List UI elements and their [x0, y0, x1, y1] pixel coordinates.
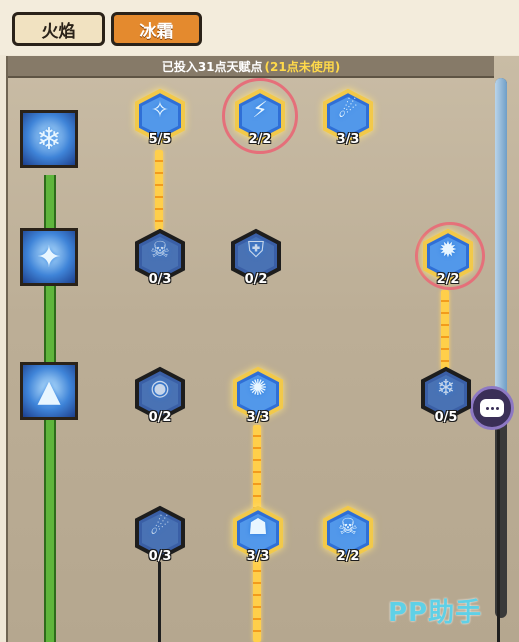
talent-node-frost-shower[interactable]: ✺ 3/3: [230, 366, 286, 426]
watermark-text: PP助手: [388, 598, 483, 628]
frost-blade-icon: ⚡: [252, 98, 268, 123]
chat-icon: [480, 399, 504, 417]
skull-icon: ☠: [150, 238, 170, 263]
talent-connector: [253, 425, 261, 510]
talent-node-frozen-skull[interactable]: ☠ 2/2: [320, 505, 376, 565]
chat-button[interactable]: [470, 386, 514, 430]
frost-bolt-icon: ☄: [150, 515, 170, 540]
talent-node-snowflake-burst[interactable]: ❄ 0/5: [418, 366, 474, 426]
talent-rank: 2/2: [336, 549, 360, 564]
ice-staff-icon: ✧: [150, 98, 170, 123]
talent-connector-locked: [497, 430, 500, 642]
talent-node-ice-crystal[interactable]: ✹ 2/2: [420, 228, 476, 288]
talent-rank: 0/2: [244, 272, 268, 287]
frost-shower-icon: ✺: [248, 376, 268, 401]
talent-node-stone-golem[interactable]: ☗ 3/3: [230, 505, 286, 565]
talent-node-frost-eye[interactable]: ◉ 0/2: [132, 366, 188, 426]
talent-connector: [155, 150, 163, 230]
talent-node-frost-comet[interactable]: ☄ 3/3: [320, 88, 376, 148]
snowflake-icon: ❄: [436, 376, 456, 401]
scrollbar-thumb[interactable]: [495, 78, 507, 420]
talent-rank: 2/2: [248, 132, 272, 147]
talent-rank: 0/3: [148, 272, 172, 287]
golem-icon: ☗: [248, 515, 268, 540]
talent-rank: 3/3: [336, 132, 360, 147]
talent-rank: 2/2: [436, 272, 460, 287]
talent-rank: 0/2: [148, 410, 172, 425]
talent-rank: 5/5: [148, 132, 172, 147]
talent-node-ice-shield[interactable]: ⛨ 0/2: [228, 228, 284, 288]
talent-connector: [441, 290, 449, 370]
points-unused: (21点未使用): [264, 59, 341, 74]
points-summary: 已投入31点天赋点 (21点未使用): [8, 56, 494, 78]
talent-rank: 0/5: [434, 410, 458, 425]
tab-frost[interactable]: 冰霜: [111, 12, 202, 46]
talent-node-ice-staff[interactable]: ✧ 5/5: [132, 88, 188, 148]
talent-rank: 3/3: [246, 549, 270, 564]
talent-tab-bar: 火焰 冰霜: [0, 0, 519, 55]
shield-icon: ⛨: [247, 238, 265, 263]
tier-1-frost-shard-icon: ❄: [20, 110, 78, 168]
frost-comet-icon: ☄: [338, 98, 358, 123]
frozen-skull-icon: ☠: [338, 515, 358, 540]
talent-rank: 0/3: [148, 549, 172, 564]
tier-3-ice-spikes-icon: ▲: [20, 362, 78, 420]
talent-connector-locked: [158, 562, 161, 642]
talent-rank: 3/3: [246, 410, 270, 425]
tier-2-frost-orbs-icon: ✦: [20, 228, 78, 286]
points-invested: 已投入31点天赋点: [161, 59, 263, 74]
eye-icon: ◉: [150, 376, 170, 401]
ice-crystal-icon: ✹: [438, 238, 458, 263]
tab-fire[interactable]: 火焰: [12, 12, 105, 46]
talent-node-frost-skull[interactable]: ☠ 0/3: [132, 228, 188, 288]
talent-node-frost-blade[interactable]: ⚡ 2/2: [232, 88, 288, 148]
talent-connector: [253, 560, 261, 642]
talent-node-frost-bolt[interactable]: ☄ 0/3: [132, 505, 188, 565]
